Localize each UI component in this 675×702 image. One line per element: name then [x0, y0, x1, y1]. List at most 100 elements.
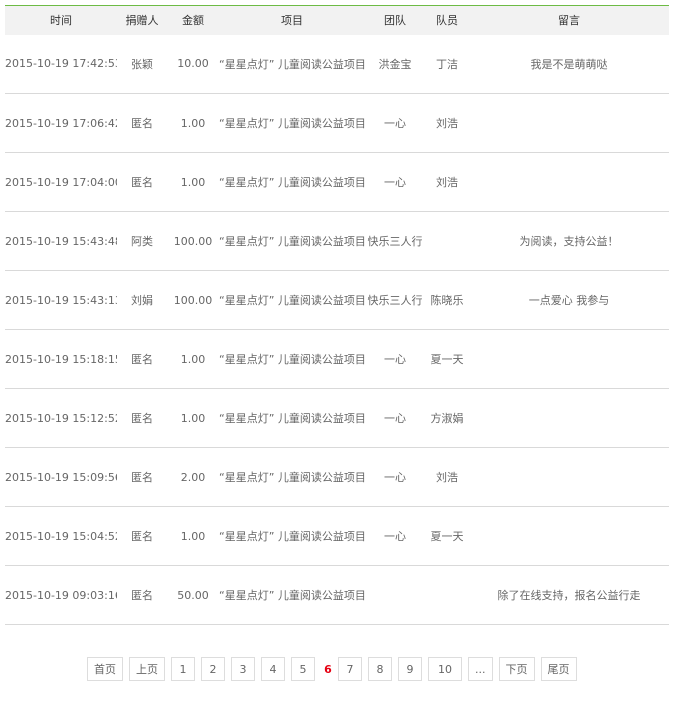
cell-message: 为阅读，支持公益！: [519, 235, 619, 248]
header-time: 时间: [50, 14, 72, 28]
cell-message: [469, 330, 669, 389]
page-7-button[interactable]: 7: [338, 657, 362, 681]
first-page-button[interactable]: 首页: [87, 657, 123, 681]
table-row: 2015-10-19 15:09:56 匿名 2.00 “星星点灯” 儿童阅读公…: [5, 448, 669, 507]
table-row: 2015-10-19 15:12:52 匿名 1.00 “星星点灯” 儿童阅读公…: [5, 389, 669, 448]
cell-team: 一心: [384, 353, 406, 366]
table-row: 2015-10-19 15:43:13 刘娟 100.00 “星星点灯” 儿童阅…: [5, 271, 669, 330]
page-8-button[interactable]: 8: [368, 657, 392, 681]
pagination-ellipsis: ...: [468, 657, 493, 681]
cell-project: “星星点灯” 儿童阅读公益项目: [219, 294, 365, 307]
cell-donor: 匿名: [131, 530, 153, 543]
table-header: 时间 捐赠人 金额 项目 团队 队员 留言: [5, 5, 669, 35]
next-page-button[interactable]: 下页: [498, 657, 535, 681]
cell-message: [469, 153, 669, 212]
page-5-button[interactable]: 5: [291, 657, 315, 681]
cell-donor: 匿名: [131, 471, 153, 484]
cell-team: 一心: [384, 471, 406, 484]
cell-donor: 刘娟: [131, 294, 153, 307]
cell-donor: 匿名: [131, 353, 153, 366]
table-row: 2015-10-19 15:04:52 匿名 1.00 “星星点灯” 儿童阅读公…: [5, 507, 669, 566]
page-10-button[interactable]: 10: [428, 657, 462, 681]
table-body: 2015-10-19 17:42:53 张颖 10.00 “星星点灯” 儿童阅读…: [5, 35, 669, 625]
pagination: 首页 上页 1 2 3 4 5 6 7 8 9 10 ... 下页 尾页: [87, 657, 583, 681]
cell-message: [469, 94, 669, 153]
cell-amount: 1.00: [180, 116, 206, 130]
cell-donor: 匿名: [131, 589, 153, 602]
cell-message: 我是不是萌萌哒: [530, 57, 608, 71]
cell-time: 2015-10-19 17:06:42: [5, 116, 117, 130]
cell-team: 洪金宝: [378, 57, 412, 71]
cell-team: 快乐三人行: [367, 235, 423, 248]
cell-member: 夏一天: [430, 353, 464, 366]
page-1-button[interactable]: 1: [171, 657, 195, 681]
cell-project: “星星点灯” 儿童阅读公益项目: [219, 412, 365, 425]
prev-page-button[interactable]: 上页: [129, 657, 165, 681]
cell-team: 一心: [384, 117, 406, 130]
table-row: 2015-10-19 15:43:48 阿类 100.00 “星星点灯” 儿童阅…: [5, 212, 669, 271]
cell-member: 刘浩: [436, 117, 458, 130]
cell-team: 一心: [384, 176, 406, 189]
cell-message: [469, 448, 669, 507]
cell-project: “星星点灯” 儿童阅读公益项目: [219, 589, 365, 602]
cell-project: “星星点灯” 儿童阅读公益项目: [219, 235, 365, 248]
cell-time: 2015-10-19 09:03:16: [5, 588, 117, 602]
cell-member: 丁洁: [436, 57, 458, 71]
cell-member: 陈晓乐: [430, 294, 464, 307]
cell-member: 刘浩: [436, 176, 458, 189]
header-project: 项目: [281, 14, 303, 28]
cell-amount: 2.00: [180, 470, 206, 484]
cell-time: 2015-10-19 15:09:56: [5, 470, 117, 484]
table-row: 2015-10-19 17:06:42 匿名 1.00 “星星点灯” 儿童阅读公…: [5, 94, 669, 153]
cell-project: “星星点灯” 儿童阅读公益项目: [219, 530, 365, 543]
last-page-button[interactable]: 尾页: [540, 657, 577, 681]
header-row: 时间 捐赠人 金额 项目 团队 队员 留言: [5, 5, 669, 35]
cell-donor: 匿名: [131, 176, 153, 189]
table-row: 2015-10-19 09:03:16 匿名 50.00 “星星点灯” 儿童阅读…: [5, 566, 669, 625]
cell-donor: 张颖: [131, 57, 153, 71]
cell-amount: 1.00: [180, 529, 206, 543]
cell-message: [469, 389, 669, 448]
cell-amount: 100.00: [173, 293, 213, 307]
cell-message: 一点爱心 我参与: [528, 294, 610, 307]
page-2-button[interactable]: 2: [201, 657, 225, 681]
cell-team: 一心: [384, 530, 406, 543]
cell-time: 2015-10-19 15:18:15: [5, 352, 117, 366]
cell-donor: 阿类: [131, 235, 153, 248]
cell-donor: 匿名: [131, 412, 153, 425]
cell-member: 夏一天: [430, 530, 464, 543]
cell-amount: 10.00: [177, 57, 209, 71]
header-member: 队员: [436, 14, 458, 28]
cell-project: “星星点灯” 儿童阅读公益项目: [219, 57, 365, 71]
cell-amount: 50.00: [177, 588, 209, 602]
page-9-button[interactable]: 9: [398, 657, 422, 681]
cell-time: 2015-10-19 17:42:53: [5, 57, 117, 71]
cell-project: “星星点灯” 儿童阅读公益项目: [219, 117, 365, 130]
cell-message: 除了在线支持，报名公益行走: [497, 589, 641, 602]
table-row: 2015-10-19 15:18:15 匿名 1.00 “星星点灯” 儿童阅读公…: [5, 330, 669, 389]
cell-member: [425, 212, 469, 271]
header-message: 留言: [558, 14, 580, 28]
cell-member: 刘浩: [436, 471, 458, 484]
cell-project: “星星点灯” 儿童阅读公益项目: [219, 353, 365, 366]
cell-amount: 100.00: [173, 234, 213, 248]
cell-time: 2015-10-19 15:04:52: [5, 529, 117, 543]
cell-project: “星星点灯” 儿童阅读公益项目: [219, 471, 365, 484]
cell-time: 2015-10-19 15:43:48: [5, 234, 117, 248]
page-4-button[interactable]: 4: [261, 657, 285, 681]
donation-list-page: 时间 捐赠人 金额 项目 团队 队员 留言 2015-10-19 17:42:5…: [0, 0, 675, 702]
table-row: 2015-10-19 17:42:53 张颖 10.00 “星星点灯” 儿童阅读…: [5, 35, 669, 94]
cell-member: 方淑娟: [430, 412, 464, 425]
cell-time: 2015-10-19 15:43:13: [5, 293, 117, 307]
cell-project: “星星点灯” 儿童阅读公益项目: [219, 176, 365, 189]
cell-time: 2015-10-19 17:04:00: [5, 175, 117, 189]
current-page-indicator: 6: [321, 657, 335, 681]
cell-member: [425, 566, 469, 625]
header-team: 团队: [384, 14, 406, 28]
cell-amount: 1.00: [180, 352, 206, 366]
cell-amount: 1.00: [180, 175, 206, 189]
cell-team: 快乐三人行: [367, 294, 423, 307]
page-3-button[interactable]: 3: [231, 657, 255, 681]
header-donor: 捐赠人: [125, 14, 159, 28]
cell-message: [469, 507, 669, 566]
